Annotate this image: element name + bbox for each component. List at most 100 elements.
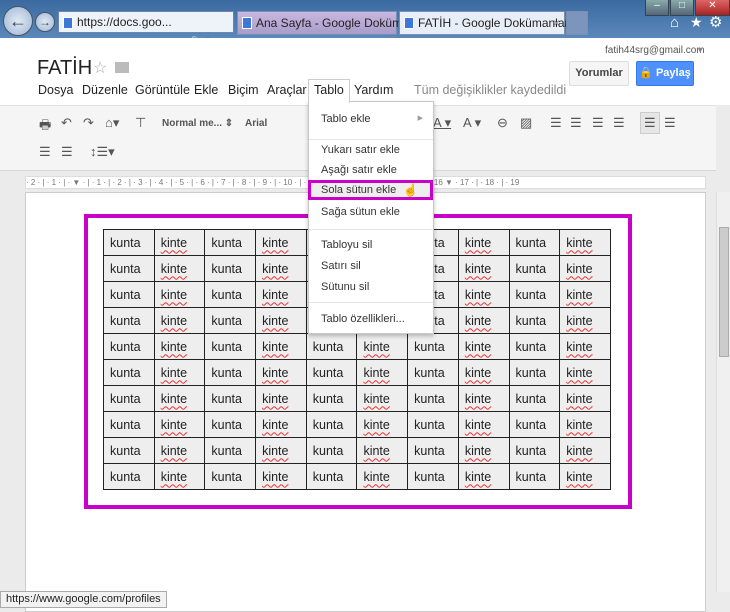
favorites-star-icon[interactable]: ★: [690, 14, 703, 31]
table-cell[interactable]: kinte: [356, 359, 409, 386]
table-cell[interactable]: kunta: [204, 359, 257, 386]
table-cell[interactable]: kunta: [508, 281, 561, 308]
align-left-icon[interactable]: ☰: [640, 112, 660, 134]
table-cell[interactable]: kunta: [305, 333, 358, 360]
menu-goruntule[interactable]: Görüntüle: [135, 83, 190, 97]
table-cell[interactable]: kinte: [559, 255, 611, 282]
table-cell[interactable]: kunta: [407, 333, 459, 360]
table-cell[interactable]: kinte: [153, 307, 206, 334]
line-spacing-icon[interactable]: ↕☰▾: [90, 144, 115, 160]
table-cell[interactable]: kinte: [255, 307, 307, 334]
table-cell[interactable]: kinte: [255, 385, 307, 412]
table-cell[interactable]: kunta: [103, 411, 155, 438]
tab-fatih[interactable]: FATİH - Google Dokümanlar ×: [399, 11, 569, 35]
table-cell[interactable]: kinte: [153, 437, 206, 464]
text-color-icon[interactable]: A ▾: [433, 115, 451, 131]
table-cell[interactable]: kunta: [204, 255, 257, 282]
increase-indent-icon[interactable]: ☰: [613, 115, 625, 131]
table-cell[interactable]: kunta: [204, 281, 257, 308]
table-cell[interactable]: kinte: [457, 463, 510, 490]
table-cell[interactable]: kunta: [103, 463, 155, 490]
table-cell[interactable]: kunta: [407, 437, 459, 464]
undo-icon[interactable]: ↶: [61, 115, 72, 131]
table-cell[interactable]: kunta: [305, 411, 358, 438]
table-cell[interactable]: kunta: [103, 359, 155, 386]
table-cell[interactable]: kinte: [356, 333, 409, 360]
table-cell[interactable]: kinte: [356, 411, 409, 438]
table-cell[interactable]: kunta: [508, 411, 561, 438]
table-cell[interactable]: kunta: [407, 359, 459, 386]
back-button[interactable]: ←: [3, 6, 33, 36]
table-cell[interactable]: kunta: [508, 229, 561, 256]
decrease-indent-icon[interactable]: ☰: [592, 115, 604, 131]
table-cell[interactable]: kunta: [103, 281, 155, 308]
table-cell[interactable]: kunta: [508, 255, 561, 282]
table-cell[interactable]: kinte: [153, 281, 206, 308]
table-cell[interactable]: kinte: [457, 437, 510, 464]
align-center-icon[interactable]: ☰: [664, 115, 676, 131]
table-cell[interactable]: kinte: [559, 229, 611, 256]
table-cell[interactable]: kunta: [508, 333, 561, 360]
table-cell[interactable]: kunta: [508, 359, 561, 386]
bulleted-list-icon[interactable]: ☰: [570, 115, 582, 131]
menu-duzenle[interactable]: Düzenle: [82, 83, 128, 97]
table-cell[interactable]: kinte: [153, 385, 206, 412]
menu-yardim[interactable]: Yardım: [354, 83, 393, 97]
menu-item-tabloyu-sil[interactable]: Tabloyu sil: [321, 239, 372, 251]
menu-item-yukari-satir-ekle[interactable]: Yukarı satır ekle: [321, 144, 400, 156]
vertical-scrollbar[interactable]: [716, 192, 730, 592]
table-cell[interactable]: kinte: [457, 359, 510, 386]
home-icon[interactable]: ⌂: [670, 14, 679, 31]
table-cell[interactable]: kunta: [204, 437, 257, 464]
folder-icon[interactable]: [115, 62, 129, 73]
table-cell[interactable]: kunta: [407, 411, 459, 438]
menu-item-asagi-satir-ekle[interactable]: Aşağı satır ekle: [321, 164, 397, 176]
forward-button[interactable]: →: [35, 12, 55, 32]
table-cell[interactable]: kunta: [103, 255, 155, 282]
table-cell[interactable]: kunta: [407, 463, 459, 490]
table-cell[interactable]: kunta: [407, 385, 459, 412]
menu-item-sola-sutun-ekle[interactable]: Sola sütun ekle ☝: [308, 180, 433, 200]
table-cell[interactable]: kinte: [153, 411, 206, 438]
table-cell[interactable]: kinte: [457, 307, 510, 334]
table-cell[interactable]: kinte: [153, 359, 206, 386]
table-cell[interactable]: kunta: [204, 463, 257, 490]
table-cell[interactable]: kunta: [305, 437, 358, 464]
menu-ekle[interactable]: Ekle: [194, 83, 218, 97]
table-cell[interactable]: kunta: [204, 411, 257, 438]
table-cell[interactable]: kinte: [457, 333, 510, 360]
table-cell[interactable]: kinte: [255, 229, 307, 256]
table-cell[interactable]: kunta: [103, 437, 155, 464]
table-cell[interactable]: kinte: [559, 307, 611, 334]
menu-item-sutunu-sil[interactable]: Sütunu sil: [321, 281, 369, 293]
style-select[interactable]: Normal me... ⇕: [162, 118, 233, 129]
address-bar[interactable]: https://docs.goo...⌕ ▾ 🔒 ↻ ✕: [58, 11, 234, 49]
menu-dosya[interactable]: Dosya: [38, 83, 73, 97]
table-cell[interactable]: kunta: [204, 333, 257, 360]
paint-bucket-icon[interactable]: ⌂▾: [105, 115, 119, 131]
table-cell[interactable]: kunta: [103, 333, 155, 360]
table-cell[interactable]: kinte: [559, 463, 611, 490]
table-cell[interactable]: kinte: [255, 411, 307, 438]
table-cell[interactable]: kinte: [559, 333, 611, 360]
doc-title[interactable]: FATİH: [37, 57, 92, 80]
table-cell[interactable]: kinte: [457, 229, 510, 256]
menu-bicim[interactable]: Biçim: [228, 83, 259, 97]
numbered-list-icon[interactable]: ☰: [550, 115, 562, 131]
table-cell[interactable]: kunta: [305, 359, 358, 386]
table-cell[interactable]: kinte: [559, 281, 611, 308]
account-dropdown-icon[interactable]: ▾: [698, 45, 703, 56]
menu-item-tablo-ekle[interactable]: Tablo ekle: [321, 113, 371, 125]
table-cell[interactable]: kunta: [204, 385, 257, 412]
table-cell[interactable]: kinte: [153, 463, 206, 490]
close-tab-icon[interactable]: ×: [553, 12, 560, 34]
table-cell[interactable]: kunta: [103, 229, 155, 256]
table-cell[interactable]: kinte: [457, 385, 510, 412]
table-cell[interactable]: kinte: [153, 333, 206, 360]
paint-format-icon[interactable]: ⊤: [135, 115, 146, 131]
account-email[interactable]: fatih44srg@gmail.com: [605, 45, 705, 56]
table-cell[interactable]: kunta: [305, 385, 358, 412]
table-cell[interactable]: kinte: [255, 333, 307, 360]
table-cell[interactable]: kinte: [255, 463, 307, 490]
table-cell[interactable]: kunta: [508, 437, 561, 464]
